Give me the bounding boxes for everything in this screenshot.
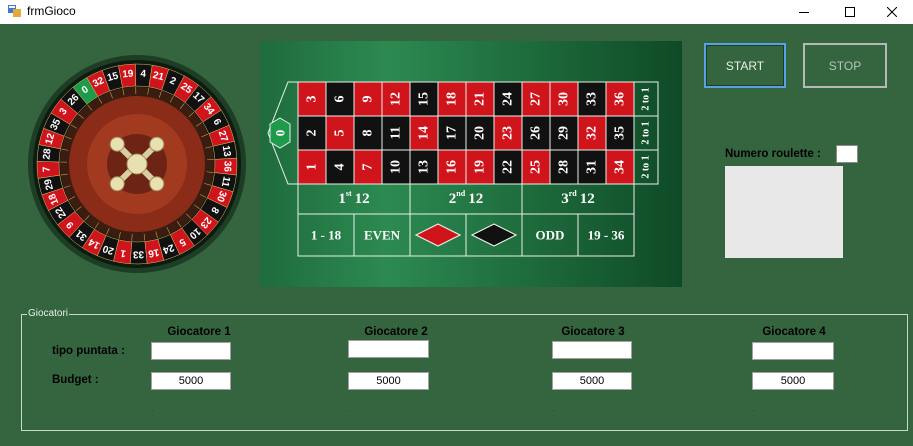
roulette-wheel-image: 032 15 19 4 21 2 25173462713361130823105241633… [28, 55, 246, 273]
column-bet-label: 2 to 1 [641, 155, 652, 178]
number-label: 20 [473, 126, 488, 140]
giocatori-group-title: Giocatori [27, 308, 70, 319]
player-1-status: . [151, 403, 154, 413]
player-4-status: . [752, 403, 755, 413]
player-3-status: . [552, 403, 555, 413]
number-label: 12 [389, 92, 404, 106]
number-label: 5 [333, 130, 348, 137]
numero-roulette-label: Numero roulette : [725, 148, 821, 160]
dozen-label: 2nd 12 [449, 189, 483, 208]
title-bar: frmGioco [0, 0, 913, 24]
number-label: 8 [361, 130, 376, 137]
number-label: 7 [361, 164, 376, 171]
number-label: 33 [585, 92, 600, 106]
column-bet-label: 2 to 1 [641, 121, 652, 144]
wheel-number: 33 [132, 248, 144, 259]
maximize-button[interactable] [827, 0, 873, 24]
wheel-number: 7 [41, 166, 52, 173]
dozen-label: 1st 12 [338, 189, 369, 208]
form-client-area: 0 32 15 19 4 21 2 25 17 34 6 27 13 36 11 30 8 23 10 5 24 16 33… [0, 24, 913, 446]
wheel-number: 28 [41, 147, 53, 160]
number-label: 29 [557, 126, 572, 140]
player-1-tipo-input[interactable] [151, 342, 231, 360]
number-label: 30 [557, 92, 572, 106]
number-label: 13 [417, 160, 432, 174]
black-diamond [470, 223, 518, 247]
wheel-number: 19 [122, 68, 135, 80]
betting-board[interactable]: 03 6 9 12 15 18 21 24 27 30 33 362 5 8 11 14 17 20 23 26 29 3… [260, 41, 682, 287]
player-1-name: Giocatore 1 [167, 326, 231, 338]
number-label: 16 [445, 160, 460, 174]
number-label: 15 [417, 92, 432, 106]
player-4-name: Giocatore 4 [762, 326, 826, 338]
start-button[interactable]: START [704, 43, 786, 88]
number-label: 28 [557, 160, 572, 174]
betting-table[interactable]: 0 3 6 9 12 15 18 21 24 27 30 33 36 2 5 8 11 14 17 20 23 26 29 3… [260, 41, 682, 287]
close-button[interactable] [869, 0, 913, 24]
dozen-label: 3rd 12 [561, 189, 595, 208]
outside-bet-label: 19 - 36 [588, 228, 625, 243]
app-icon [8, 5, 21, 17]
player-3-budget-input[interactable] [552, 372, 632, 390]
window-title: frmGioco [27, 4, 76, 18]
stop-button[interactable]: STOP [803, 43, 887, 88]
player-4-budget-input[interactable] [752, 372, 834, 390]
player-2-status: . [348, 403, 351, 413]
number-label: 19 [473, 160, 488, 174]
number-label: 10 [389, 160, 404, 174]
close-icon [887, 7, 897, 17]
outside-bet-label: EVEN [364, 228, 401, 243]
player-2-tipo-input[interactable] [348, 340, 429, 358]
number-label: 14 [417, 126, 432, 140]
column-bet-label: 2 to 1 [641, 87, 652, 110]
number-label: 18 [445, 92, 460, 106]
number-label: 1 [305, 164, 320, 171]
number-label: 31 [585, 160, 600, 174]
minimize-icon [799, 12, 809, 13]
number-label: 32 [585, 126, 600, 140]
roulette-wheel: 0 32 15 19 4 21 2 25 17 34 6 27 13 36 11 30 8 23 10 5 24 16 33… [28, 50, 246, 283]
outside-bet-label: ODD [536, 228, 565, 243]
number-label: 11 [389, 126, 404, 139]
wheel-number: 13 [220, 145, 233, 158]
tipo-puntata-label: tipo puntata : [52, 345, 125, 357]
maximize-icon [845, 7, 855, 17]
number-label: 4 [333, 164, 348, 171]
dozen-bet-3[interactable] [521, 183, 635, 215]
player-1-budget-input[interactable] [151, 372, 231, 390]
number-label: 24 [501, 92, 516, 106]
number-label: 21 [473, 92, 488, 106]
minimize-button[interactable] [781, 0, 827, 24]
number-label: 2 [305, 130, 320, 137]
budget-label: Budget : [52, 374, 99, 386]
player-2-name: Giocatore 2 [364, 326, 428, 338]
player-4-tipo-input[interactable] [752, 342, 834, 360]
outside-bet-label: 1 - 18 [311, 228, 342, 243]
player-2-budget-input[interactable] [348, 372, 429, 390]
dozen-bet-2[interactable] [409, 183, 523, 215]
number-label: 17 [445, 126, 460, 140]
number-label: 3 [305, 96, 320, 103]
player-3-name: Giocatore 3 [561, 326, 625, 338]
number-label: 6 [333, 96, 348, 103]
number-label: 22 [501, 160, 516, 174]
number-label: 9 [361, 96, 376, 103]
number-label: 25 [529, 160, 544, 174]
red-diamond [414, 223, 462, 247]
number-label: 36 [613, 92, 628, 106]
number-label: 35 [613, 126, 628, 140]
zero-number: 0 [273, 130, 288, 137]
player-3-tipo-input[interactable] [552, 341, 632, 359]
number-label: 26 [529, 126, 544, 140]
number-label: 27 [529, 92, 544, 106]
numero-history-list[interactable] [725, 166, 843, 258]
number-label: 34 [613, 160, 628, 174]
number-label: 23 [501, 126, 516, 140]
wheel-number: 36 [221, 161, 232, 173]
numero-roulette-input[interactable] [836, 145, 858, 163]
